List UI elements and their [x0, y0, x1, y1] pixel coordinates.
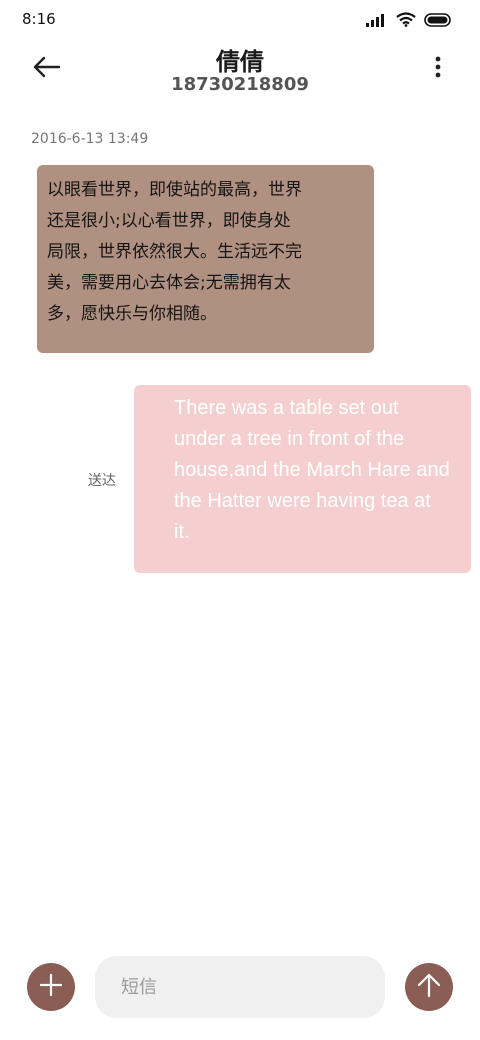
wifi-icon [396, 12, 416, 31]
signal-icon [366, 12, 388, 31]
send-arrow-icon [417, 972, 441, 1002]
outgoing-line: house,and the March Hare and [174, 459, 450, 481]
contact-name: 倩倩 [216, 48, 264, 76]
delivery-status: 送达 [88, 473, 116, 489]
plus-icon [39, 973, 63, 1001]
outgoing-line: it. [174, 521, 190, 543]
message-timestamp: 2016-6-13 13:49 [31, 131, 149, 147]
status-bar: 8:16 [0, 0, 480, 42]
send-button[interactable] [405, 963, 453, 1011]
incoming-line: 局限，世界依然很大。生活远不完 [47, 242, 302, 262]
sms-input[interactable] [95, 956, 385, 1018]
more-options-button[interactable] [426, 54, 450, 84]
conversation-header: 倩倩 18730218809 [0, 40, 480, 104]
outgoing-message-text: There was a table set out under a tree i… [174, 393, 459, 548]
add-attachment-button[interactable] [27, 963, 75, 1011]
status-time: 8:16 [22, 10, 56, 28]
outgoing-message-bubble[interactable]: There was a table set out under a tree i… [134, 385, 471, 573]
status-icons [366, 12, 452, 31]
incoming-line: 多，愿快乐与你相随。 [47, 304, 217, 324]
outgoing-line: under a tree in front of the [174, 428, 405, 450]
incoming-line: 以眼看世界，即使站的最高，世界 [47, 180, 302, 200]
incoming-message-bubble[interactable]: 以眼看世界，即使站的最高，世界 还是很小;以心看世界，即使身处 局限，世界依然很… [37, 165, 374, 353]
incoming-message-text: 以眼看世界，即使站的最高，世界 还是很小;以心看世界，即使身处 局限，世界依然很… [47, 175, 347, 330]
battery-icon [424, 12, 452, 31]
message-composer [0, 950, 480, 1024]
outgoing-line: the Hatter were having tea at [174, 490, 431, 512]
incoming-line: 美，需要用心去体会;无需拥有太 [47, 273, 291, 293]
outgoing-line: There was a table set out [174, 397, 399, 419]
incoming-line: 还是很小;以心看世界，即使身处 [47, 211, 291, 231]
contact-number: 18730218809 [171, 74, 309, 95]
more-vertical-icon [435, 56, 441, 82]
